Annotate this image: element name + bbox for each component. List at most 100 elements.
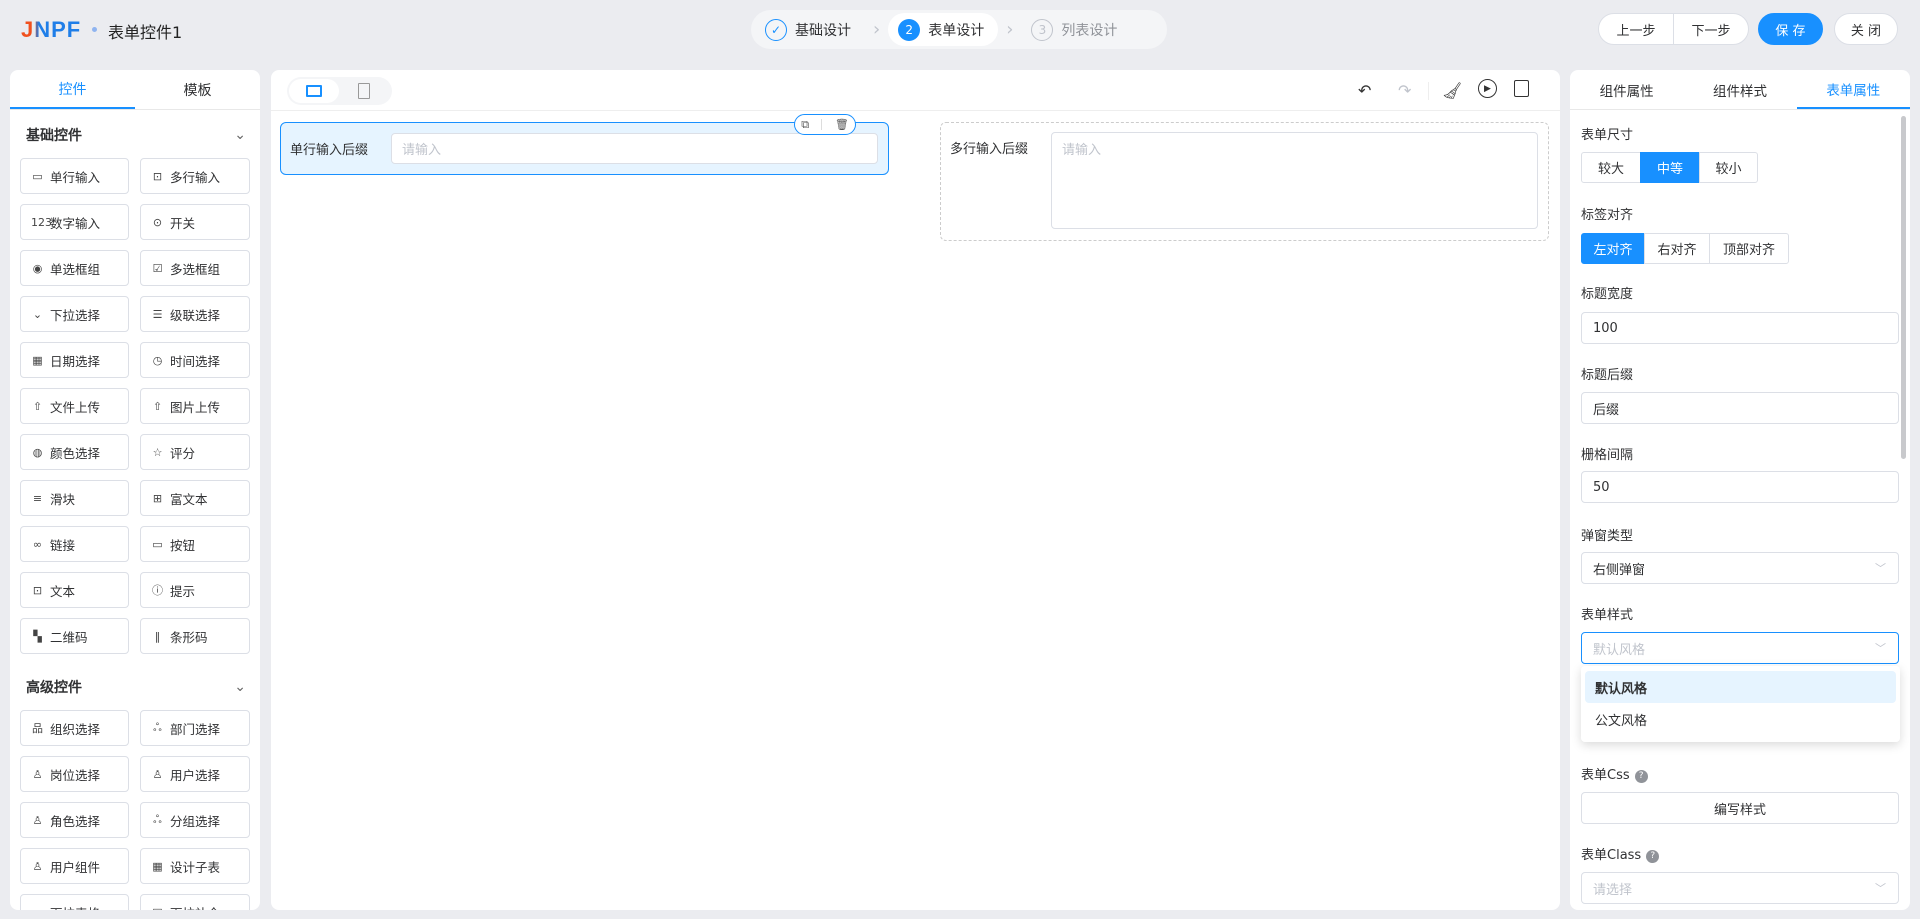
component-icon: ♙ [32, 859, 43, 873]
align-right-button[interactable]: 右对齐 [1644, 233, 1710, 264]
component-button[interactable]: ⌄ 下拉选择 [20, 296, 129, 332]
size-large-button[interactable]: 较大 [1581, 152, 1641, 183]
clear-brush-icon[interactable]: 🧹︎ [1442, 81, 1462, 100]
preview-play-icon[interactable]: ▶ [1478, 79, 1497, 98]
component-button[interactable]: ▤ 下拉补全 [140, 894, 250, 910]
redo-icon[interactable]: ↷ [1398, 81, 1411, 100]
component-button[interactable]: ☆ 评分 [140, 434, 250, 470]
form-class-select[interactable]: 请选择 ﹀ [1581, 872, 1899, 904]
section-basic[interactable]: 基础控件 ⌄ [10, 120, 260, 150]
close-button[interactable]: 关 闭 [1834, 13, 1898, 45]
tab-component-props[interactable]: 组件属性 [1570, 70, 1683, 109]
component-button[interactable]: ☑ 多选框组 [140, 250, 250, 286]
component-button[interactable]: 123 数字输入 [20, 204, 129, 240]
save-button[interactable]: 保 存 [1758, 13, 1823, 45]
mobile-view-button[interactable] [339, 79, 389, 103]
component-button[interactable]: ı 下拉表格 [20, 894, 129, 910]
component-button[interactable]: ∞ 链接 [20, 526, 129, 562]
component-label: 单行输入 [50, 169, 101, 185]
component-label: 用户组件 [50, 859, 101, 875]
undo-icon[interactable]: ↶ [1358, 81, 1371, 100]
component-button[interactable]: ▭ 单行输入 [20, 158, 129, 194]
component-label: 角色选择 [50, 813, 101, 829]
component-button[interactable]: ☰ 级联选择 [140, 296, 250, 332]
tab-templates[interactable]: 模板 [135, 70, 260, 109]
edit-style-button[interactable]: 编写样式 [1581, 792, 1899, 824]
step-form-design[interactable]: 2 表单设计 [888, 13, 999, 46]
component-icon: ⇧ [32, 399, 43, 413]
align-top-button[interactable]: 顶部对齐 [1709, 233, 1789, 264]
help-icon[interactable]: ? [1634, 769, 1648, 783]
form-css-label-text: 表单Css [1581, 768, 1630, 783]
size-medium-button[interactable]: 中等 [1640, 152, 1700, 183]
form-item-multi-line[interactable]: 多行输入后缀 请输入 [940, 122, 1549, 241]
component-button[interactable]: ♙ 用户组件 [20, 848, 129, 884]
tab-components[interactable]: 控件 [10, 70, 135, 109]
copy-icon[interactable]: ⧉ [801, 118, 809, 132]
component-button[interactable]: ஃ 部门选择 [140, 710, 250, 746]
component-button[interactable]: ▦ 设计子表 [140, 848, 250, 884]
prev-step-button[interactable]: 上一步 [1598, 13, 1674, 45]
step-label: 基础设计 [795, 22, 851, 39]
single-line-input[interactable]: 请输入 [391, 133, 878, 164]
component-button[interactable]: ⓘ 提示 [140, 572, 250, 608]
dropdown-option-default[interactable]: 默认风格 [1585, 671, 1896, 703]
help-icon[interactable]: ? [1646, 849, 1660, 863]
component-icon: ı [31, 906, 44, 911]
component-button[interactable]: ⊙ 开关 [140, 204, 250, 240]
component-icon: 品 [32, 722, 43, 735]
save-export-icon[interactable] [1514, 80, 1529, 97]
form-size-label: 表单尺寸 [1581, 128, 1634, 143]
label-suffix-input[interactable]: 后缀 [1581, 392, 1899, 424]
component-label: 下拉补全 [170, 903, 220, 911]
component-button[interactable]: ⇧ 文件上传 [20, 388, 129, 424]
form-item-single-line[interactable]: 单行输入后缀 请输入 ⧉ 🗑︎ [280, 114, 889, 175]
component-button[interactable]: ஃ 分组选择 [140, 802, 250, 838]
section-title: 高级控件 [26, 680, 82, 696]
gutter-label: 栅格间隔 [1581, 448, 1634, 463]
component-button[interactable]: ⇧ 图片上传 [140, 388, 250, 424]
component-button[interactable]: ♙ 岗位选择 [20, 756, 129, 792]
section-advanced[interactable]: 高级控件 ⌄ [10, 672, 260, 702]
gutter-input[interactable]: 50 [1581, 471, 1899, 503]
component-button[interactable]: ◷ 时间选择 [140, 342, 250, 378]
scrollbar[interactable] [1901, 116, 1906, 459]
tab-component-style[interactable]: 组件样式 [1683, 70, 1796, 109]
popup-type-select[interactable]: 右侧弹窗 ﹀ [1581, 552, 1899, 584]
delete-icon[interactable]: 🗑︎ [835, 118, 849, 131]
component-button[interactable]: 品组织选择 [20, 710, 129, 746]
component-button[interactable]: ◉ 单选框组 [20, 250, 129, 286]
tab-form-props[interactable]: 表单属性 [1796, 70, 1910, 109]
component-button[interactable]: ♙ 角色选择 [20, 802, 129, 838]
component-label: 级联选择 [170, 307, 221, 323]
component-button[interactable]: ⊡ 多行输入 [140, 158, 250, 194]
component-button[interactable]: ≡ 滑块 [20, 480, 129, 516]
chevron-right-icon: › [873, 19, 881, 40]
step-list-design[interactable]: 3 列表设计 [1021, 13, 1131, 46]
label-width-input[interactable]: 100 [1581, 312, 1899, 344]
next-step-button[interactable]: 下一步 [1673, 13, 1749, 45]
size-small-button[interactable]: 较小 [1699, 152, 1758, 183]
component-label: 岗位选择 [50, 767, 101, 783]
component-button[interactable]: ▚ 二维码 [20, 618, 129, 654]
component-button[interactable]: ⊞ 富文本 [140, 480, 250, 516]
label-suffix-label: 标题后缀 [1581, 368, 1634, 383]
component-label: 图片上传 [170, 399, 221, 415]
desktop-view-button[interactable] [289, 79, 339, 103]
monitor-icon [306, 85, 322, 97]
component-button[interactable]: ⊡ 文本 [20, 572, 129, 608]
align-left-button[interactable]: 左对齐 [1581, 233, 1645, 264]
component-button[interactable]: ‖ 条形码 [140, 618, 250, 654]
dropdown-option-official[interactable]: 公文风格 [1585, 703, 1896, 735]
component-icon: ∞ [32, 537, 43, 551]
component-icon: ▦ [32, 353, 43, 367]
form-style-select[interactable]: 默认风格 ﹀ [1581, 632, 1899, 664]
component-button[interactable]: ▦ 日期选择 [20, 342, 129, 378]
multi-line-textarea[interactable]: 请输入 [1051, 132, 1538, 229]
component-label: 多选框组 [170, 261, 221, 277]
logo: JNPF [21, 17, 82, 42]
step-basic-design[interactable]: ✓ 基础设计 [755, 13, 865, 46]
component-button[interactable]: ▭ 按钮 [140, 526, 250, 562]
component-button[interactable]: ◍ 颜色选择 [20, 434, 129, 470]
component-button[interactable]: ♙ 用户选择 [140, 756, 250, 792]
